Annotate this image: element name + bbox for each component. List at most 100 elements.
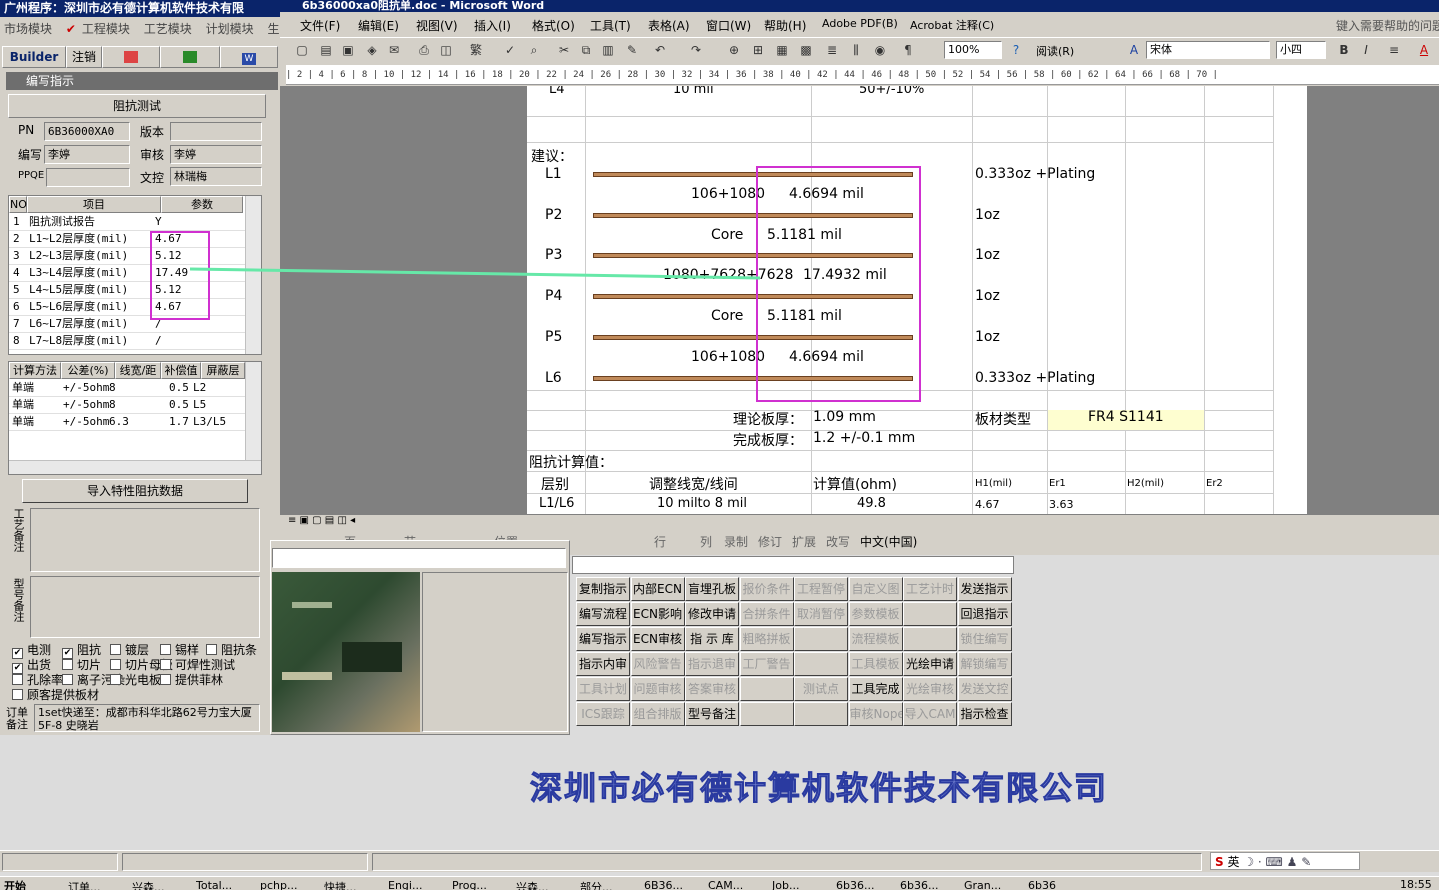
insert-table-icon[interactable]: ▦ <box>774 42 790 58</box>
param-row[interactable]: 8 L7~L8层厚度(mil) / <box>9 333 261 350</box>
action-button[interactable]: 风险警告 <box>630 652 685 676</box>
action-button[interactable]: 问题审核 <box>630 677 685 701</box>
action-button[interactable]: 答案审核 <box>685 677 739 701</box>
action-button[interactable]: ECN审核 <box>630 627 685 651</box>
action-button[interactable] <box>794 627 848 651</box>
view-buttons-icon[interactable]: ≡ ▣ ▢ ▤ ◫ ◂ <box>288 515 355 526</box>
checkbox-box[interactable] <box>62 659 73 670</box>
menu-more[interactable]: 生 <box>267 20 279 37</box>
action-button[interactable]: 粗略拼板 <box>739 627 794 651</box>
menu-process[interactable]: 工艺模块 <box>144 20 192 37</box>
help-icon[interactable]: ? <box>1008 42 1024 58</box>
impedance-row[interactable]: 单端 +/-5ohm 6.3 1.7 L3/L5 <box>9 414 261 431</box>
taskbar-item[interactable]: 6B36... <box>644 879 704 890</box>
menu-table[interactable]: 表格(A) <box>648 17 690 34</box>
process-note-field[interactable] <box>30 508 260 572</box>
format-painter-icon[interactable]: ✎ <box>624 42 640 58</box>
action-button[interactable] <box>739 702 794 726</box>
new-icon[interactable]: ▢ <box>294 42 310 58</box>
zoom-select[interactable]: 100% <box>944 41 1002 59</box>
paste-icon[interactable]: ▥ <box>600 42 616 58</box>
checkbox-box[interactable] <box>160 659 171 670</box>
open-icon[interactable]: ▤ <box>318 42 334 58</box>
font-select[interactable]: 宋体 <box>1146 41 1270 59</box>
order-note-field[interactable]: 1set快递至：成都市科华北路62号力宝大厦5F-8 史晓岩 <box>34 704 260 732</box>
writer-field[interactable]: 李婷 <box>44 145 130 164</box>
checkbox-box[interactable] <box>62 674 73 685</box>
action-button[interactable] <box>903 602 957 626</box>
action-button[interactable]: 工艺计时 <box>903 577 957 601</box>
menu-insert[interactable]: 插入(I) <box>474 17 511 34</box>
taskbar-item[interactable]: 订单... <box>68 879 128 890</box>
action-button[interactable]: ICS跟踪 <box>576 702 630 726</box>
import-impedance-button[interactable]: 导入特性阻抗数据 <box>22 479 248 503</box>
cut-icon[interactable]: ✂ <box>556 42 572 58</box>
redo-icon[interactable]: ↷ <box>688 42 704 58</box>
checkbox-box[interactable] <box>12 689 23 700</box>
undo-icon[interactable]: ↶ <box>652 42 668 58</box>
font-color-icon[interactable]: A <box>1416 42 1432 58</box>
taskbar-item[interactable]: Engi... <box>388 879 448 890</box>
action-button[interactable]: 工具完成 <box>848 677 903 701</box>
taskbar-item[interactable]: CAM... <box>708 879 768 890</box>
word-icon[interactable]: W <box>220 46 278 68</box>
param-row[interactable]: 5 L4~L5层厚度(mil) 5.12 <box>9 282 261 299</box>
menu-format[interactable]: 格式(O) <box>532 17 575 34</box>
action-button[interactable]: 审核Nope <box>848 702 903 726</box>
action-button[interactable]: 参数模板 <box>848 602 903 626</box>
param-row[interactable]: 1 阻抗测试报告 Y <box>9 214 261 231</box>
lower-input[interactable] <box>272 548 566 568</box>
ime-toolbar[interactable]: S 英 ☽ · ⌨ ♟ ✎ <box>1210 852 1360 870</box>
taskbar-item[interactable]: 快捷... <box>324 879 384 890</box>
menu-edit[interactable]: 编辑(E) <box>358 17 399 34</box>
bold-icon[interactable]: B <box>1336 42 1352 58</box>
checkbox-box[interactable] <box>110 644 121 655</box>
preview-icon[interactable]: ◫ <box>438 42 454 58</box>
permission-icon[interactable]: ◈ <box>364 42 380 58</box>
taskbar-item[interactable]: 6b36 <box>1028 879 1088 890</box>
pfqe-field[interactable] <box>46 168 130 187</box>
excel-icon[interactable] <box>160 46 220 68</box>
action-button[interactable]: 工程暂停 <box>794 577 848 601</box>
menu-window[interactable]: 窗口(W) <box>706 17 751 34</box>
impedance-row[interactable]: 单端 +/-5ohm 8 0.5 L5 <box>9 397 261 414</box>
taskbar-item[interactable]: 兴森... <box>516 879 576 890</box>
param-row[interactable]: 2 L1~L2层厚度(mil) 4.67 <box>9 231 261 248</box>
spell-icon[interactable]: ✓ <box>502 42 518 58</box>
action-button[interactable]: 锁住编写 <box>957 627 1012 651</box>
action-button[interactable]: 工厂警告 <box>739 652 794 676</box>
action-button[interactable]: 回退指示 <box>957 602 1012 626</box>
action-button[interactable]: 盲埋孔板 <box>685 577 739 601</box>
lower-right-input[interactable] <box>572 556 1014 574</box>
menu-tools[interactable]: 工具(T) <box>590 17 631 34</box>
action-button[interactable]: 指 示 库 <box>685 627 739 651</box>
action-button[interactable]: 工具模板 <box>848 652 903 676</box>
reading-button[interactable]: 阅读(R) <box>1036 43 1074 59</box>
action-button[interactable]: 流程模板 <box>848 627 903 651</box>
taskbar-item[interactable]: Job... <box>772 879 832 890</box>
impedance-row[interactable]: 单端 +/-5ohm 8 0.5 L2 <box>9 380 261 397</box>
save-icon[interactable]: ▣ <box>340 42 356 58</box>
insert-excel-icon[interactable]: ▩ <box>798 42 814 58</box>
action-button[interactable]: 合拼条件 <box>739 602 794 626</box>
wenkong-field[interactable]: 林瑞梅 <box>170 167 262 186</box>
columns-icon[interactable]: ≣ <box>824 42 840 58</box>
menu-acrobat[interactable]: Acrobat 注释(C) <box>910 17 994 33</box>
version-field[interactable] <box>170 122 262 141</box>
menu-adobe-pdf[interactable]: Adobe PDF(B) <box>822 17 898 30</box>
checkbox-item[interactable]: 顾客提供板材 <box>12 686 99 703</box>
styles-icon[interactable]: A <box>1126 42 1142 58</box>
reviewer-field[interactable]: 李婷 <box>170 145 262 164</box>
action-button[interactable]: 指示内审 <box>576 652 630 676</box>
checkbox-box[interactable] <box>206 644 217 655</box>
action-button[interactable]: 取消暂停 <box>794 602 848 626</box>
grid-scrollbar[interactable] <box>245 196 261 354</box>
copy-icon[interactable]: ⧉ <box>578 42 594 58</box>
checkbox-box[interactable] <box>12 674 23 685</box>
chinese-convert-icon[interactable]: 繁 <box>468 42 484 58</box>
action-button[interactable]: 光绘审核 <box>903 677 957 701</box>
taskbar-item[interactable]: pchp... <box>260 879 320 890</box>
action-button[interactable] <box>903 627 957 651</box>
action-button[interactable]: 自定义图 <box>848 577 903 601</box>
action-button[interactable]: 编写指示 <box>576 627 630 651</box>
